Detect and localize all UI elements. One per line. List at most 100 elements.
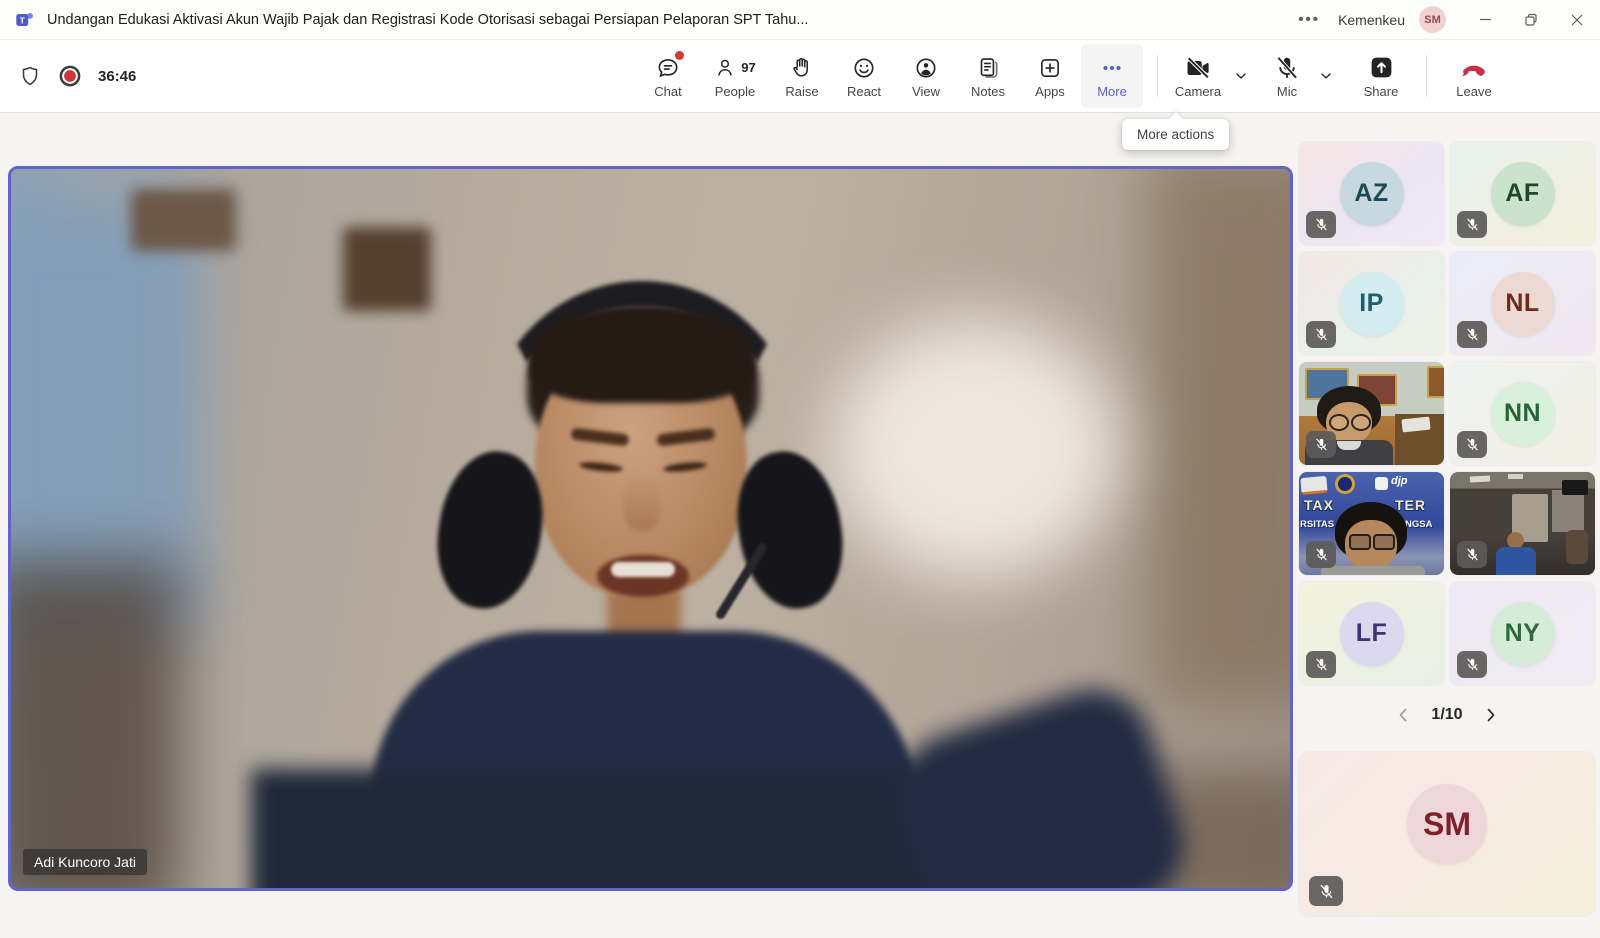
mic-options-chevron[interactable] <box>1309 44 1342 108</box>
banner-logo <box>1335 474 1355 494</box>
muted-mic-badge <box>1457 211 1487 238</box>
avatar: NL <box>1491 272 1555 336</box>
muted-mic-badge <box>1306 651 1336 678</box>
chevron-right-icon <box>1484 706 1498 724</box>
muted-mic-badge <box>1457 431 1487 458</box>
speaker-video-feed <box>11 169 1290 888</box>
titlebar-overflow-menu[interactable]: ••• <box>1280 11 1338 28</box>
mic-button[interactable]: Mic <box>1265 44 1309 108</box>
notes-button[interactable]: Notes <box>957 44 1019 108</box>
banner-text: RSITAS <box>1300 519 1334 530</box>
participant-tile-video-room[interactable] <box>1299 362 1444 465</box>
mic-off-icon <box>1314 437 1329 452</box>
pagination-prev-button[interactable] <box>1391 703 1415 727</box>
camera-options-chevron[interactable] <box>1224 44 1257 108</box>
chat-button[interactable]: Chat <box>637 44 699 108</box>
muted-mic-badge <box>1306 541 1336 568</box>
banner-logo <box>1300 476 1327 495</box>
avatar: AF <box>1491 162 1555 226</box>
mic-off-icon <box>1314 327 1329 342</box>
speaker-name-label: Adi Kuncoro Jati <box>23 849 147 875</box>
teams-meeting-window: T Undangan Edukasi Aktivasi Akun Wajib P… <box>0 0 1600 938</box>
muted-mic-badge <box>1309 876 1343 906</box>
view-button[interactable]: View <box>895 44 957 108</box>
raise-hand-icon <box>789 55 815 81</box>
chevron-down-icon <box>1233 68 1249 84</box>
recording-indicator <box>57 63 83 89</box>
chevron-left-icon <box>1396 706 1410 724</box>
apps-icon <box>1037 55 1063 81</box>
participant-tile-lf[interactable]: LF <box>1299 582 1444 685</box>
meeting-timer: 36:46 <box>98 68 136 85</box>
banner-text: TER <box>1395 497 1426 513</box>
participant-tile-nn[interactable]: NN <box>1450 362 1595 465</box>
restore-button[interactable] <box>1508 0 1554 40</box>
account-avatar[interactable]: SM <box>1419 6 1446 33</box>
participant-tile-ip[interactable]: IP <box>1299 252 1444 355</box>
people-icon <box>714 56 738 80</box>
avatar: AZ <box>1340 162 1404 226</box>
svg-text:T: T <box>20 16 25 25</box>
people-button[interactable]: 97 People <box>699 44 771 108</box>
toolbar-divider <box>1157 55 1158 97</box>
muted-mic-badge <box>1306 321 1336 348</box>
leave-button[interactable]: Leave <box>1441 44 1507 108</box>
muted-mic-badge <box>1306 211 1336 238</box>
mic-off-icon <box>1273 54 1301 82</box>
participant-tile-video-taxcenter[interactable]: djp TAX TER RSITAS NGSA <box>1299 472 1444 575</box>
raise-hand-button[interactable]: Raise <box>771 44 833 108</box>
meeting-toolbar: 36:46 Chat 97 <box>0 40 1600 113</box>
participants-pagination: 1/10 <box>1299 691 1595 739</box>
org-name: Kemenkeu <box>1338 12 1405 28</box>
mic-off-icon <box>1314 547 1329 562</box>
meeting-security-shield-icon[interactable] <box>18 64 42 88</box>
camera-off-icon <box>1184 54 1212 82</box>
more-actions-tooltip: More actions <box>1122 119 1229 150</box>
toolbar-divider <box>1426 55 1427 97</box>
people-count: 97 <box>741 60 755 75</box>
chevron-down-icon <box>1318 68 1334 84</box>
participant-tile-nl[interactable]: NL <box>1450 252 1595 355</box>
avatar: LF <box>1340 602 1404 666</box>
participant-tile-video-office[interactable] <box>1450 472 1595 575</box>
camera-button[interactable]: Camera <box>1172 44 1224 108</box>
pagination-next-button[interactable] <box>1479 703 1503 727</box>
muted-mic-badge <box>1457 541 1487 568</box>
react-button[interactable]: React <box>833 44 895 108</box>
notes-icon <box>975 55 1001 81</box>
teams-app-icon: T <box>14 9 36 31</box>
banner-text: NGSA <box>1405 519 1432 530</box>
participant-tile-az[interactable]: AZ <box>1299 142 1444 245</box>
participant-tile-ny[interactable]: NY <box>1450 582 1595 685</box>
avatar: NY <box>1491 602 1555 666</box>
banner-text: TAX <box>1304 497 1334 513</box>
participant-tile-af[interactable]: AF <box>1450 142 1595 245</box>
avatar: SM <box>1407 784 1487 864</box>
react-smiley-icon <box>851 55 877 81</box>
mic-off-icon <box>1465 327 1480 342</box>
title-bar: T Undangan Edukasi Aktivasi Akun Wajib P… <box>0 0 1600 40</box>
mic-off-icon <box>1314 217 1329 232</box>
pagination-label: 1/10 <box>1431 706 1462 724</box>
banner-logo <box>1375 477 1388 490</box>
muted-mic-badge <box>1306 431 1336 458</box>
mic-off-icon <box>1314 657 1329 672</box>
meeting-title: Undangan Edukasi Aktivasi Akun Wajib Paj… <box>47 12 808 28</box>
apps-button[interactable]: Apps <box>1019 44 1081 108</box>
mic-off-icon <box>1465 437 1480 452</box>
participants-sidebar: AZ AF IP NL <box>1299 142 1595 916</box>
mic-off-icon <box>1465 217 1480 232</box>
mic-off-icon <box>1318 883 1335 900</box>
close-button[interactable] <box>1554 0 1600 40</box>
avatar: IP <box>1340 272 1404 336</box>
leave-call-icon <box>1459 53 1489 83</box>
view-icon <box>913 55 939 81</box>
djp-logo-text: djp <box>1391 475 1408 487</box>
share-screen-icon <box>1368 54 1395 81</box>
self-tile-sm[interactable]: SM <box>1299 752 1595 916</box>
more-button[interactable]: More <box>1081 44 1143 108</box>
more-ellipsis-icon <box>1099 55 1125 81</box>
minimize-button[interactable] <box>1462 0 1508 40</box>
share-button[interactable]: Share <box>1350 44 1412 108</box>
main-speaker-video[interactable]: Adi Kuncoro Jati <box>8 166 1293 891</box>
